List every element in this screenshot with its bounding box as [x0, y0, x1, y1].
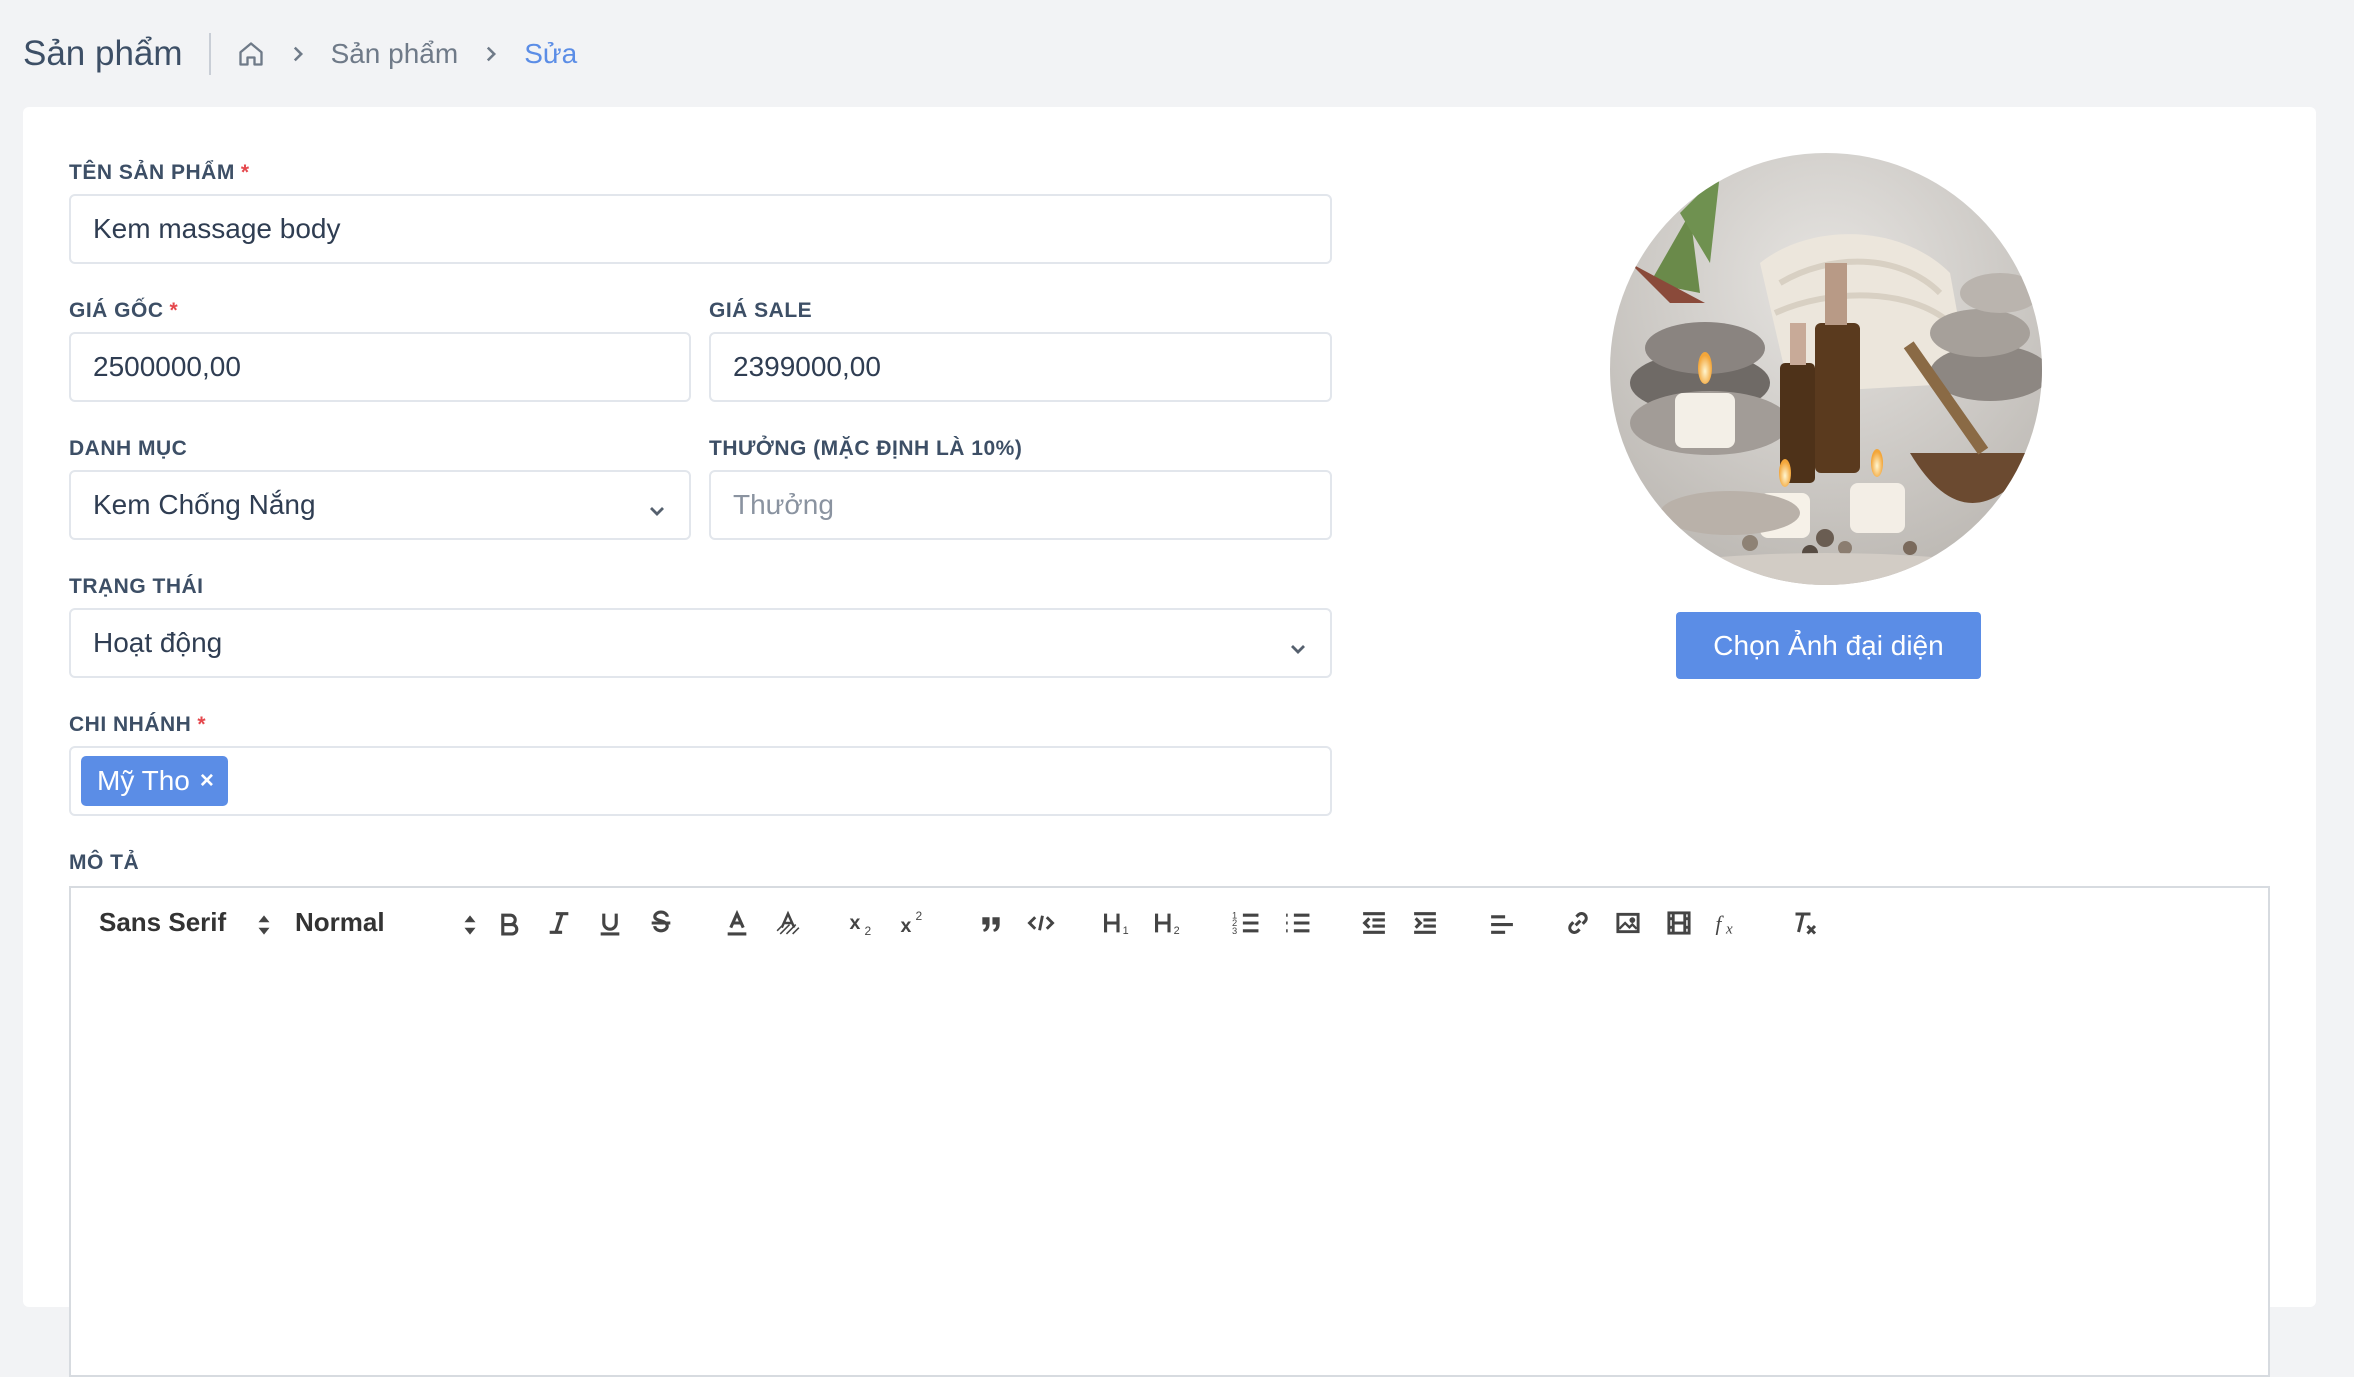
bonus-label-text: THƯỞNG (MẶC ĐỊNH LÀ 10%): [709, 437, 1023, 460]
video-icon[interactable]: [1659, 903, 1699, 943]
svg-text:x: x: [901, 915, 912, 937]
ordered-list-icon[interactable]: 123: [1226, 903, 1266, 943]
branch-label-text: CHI NHÁNH: [69, 713, 192, 736]
svg-text:f: f: [1716, 912, 1725, 936]
font-size-select[interactable]: Normal: [295, 888, 477, 957]
svg-text:x: x: [1725, 922, 1733, 938]
bold-icon[interactable]: [489, 903, 529, 943]
price-label: GIÁ GỐC *: [69, 299, 178, 323]
font-size-value: Normal: [295, 907, 385, 937]
svg-text:x: x: [850, 912, 861, 934]
required-mark: *: [240, 161, 250, 184]
product-name-value: Kem massage body: [93, 213, 341, 244]
svg-text:3: 3: [1232, 926, 1237, 936]
image-icon[interactable]: [1608, 903, 1648, 943]
sale-price-value: 2399000,00: [733, 351, 881, 382]
chevron-down-icon: [647, 496, 667, 528]
subscript-icon[interactable]: x2: [843, 903, 883, 943]
outdent-icon[interactable]: [1354, 903, 1394, 943]
category-label: DANH MỤC: [69, 437, 187, 461]
sale-price-label: GIÁ SALE: [709, 299, 812, 323]
status-label: TRẠNG THÁI: [69, 575, 204, 599]
status-select[interactable]: Hoạt động: [69, 608, 1332, 678]
formula-icon[interactable]: fx: [1709, 903, 1749, 943]
chevron-right-icon: [290, 46, 306, 62]
description-editor[interactable]: [69, 957, 2270, 1377]
branch-label: CHI NHÁNH *: [69, 713, 206, 737]
clean-format-icon[interactable]: [1786, 903, 1826, 943]
indent-icon[interactable]: [1405, 903, 1445, 943]
sale-price-label-text: GIÁ SALE: [709, 299, 813, 322]
sale-price-input[interactable]: 2399000,00: [709, 332, 1332, 402]
breadcrumb: Sản phẩm Sửa: [237, 37, 578, 70]
product-avatar-image: [1610, 153, 2042, 585]
breadcrumb-item-edit: Sửa: [524, 37, 578, 69]
bonus-input[interactable]: Thưởng: [709, 470, 1332, 540]
svg-text:2: 2: [916, 909, 923, 923]
close-icon[interactable]: ×: [200, 767, 214, 795]
header-2-icon[interactable]: 2: [1149, 903, 1189, 943]
font-family-value: Sans Serif: [99, 907, 227, 937]
bonus-placeholder: Thưởng: [733, 489, 834, 520]
svg-text:2: 2: [865, 924, 872, 937]
chevron-right-icon: [483, 46, 499, 62]
blockquote-icon[interactable]: [971, 903, 1011, 943]
header-divider: [208, 32, 211, 75]
status-label-text: TRẠNG THÁI: [69, 575, 204, 598]
up-down-icon: [463, 912, 477, 943]
bullet-list-icon[interactable]: [1277, 903, 1317, 943]
required-mark: *: [197, 713, 207, 736]
superscript-icon[interactable]: x2: [894, 903, 934, 943]
code-block-icon[interactable]: [1021, 903, 1061, 943]
product-name-label-text: TÊN SẢN PHẨM: [69, 161, 235, 184]
price-label-text: GIÁ GỐC: [69, 299, 164, 322]
choose-avatar-button[interactable]: Chọn Ảnh đại diện: [1676, 612, 1981, 679]
strike-icon[interactable]: [641, 903, 681, 943]
font-family-select[interactable]: Sans Serif: [99, 888, 271, 957]
product-name-input[interactable]: Kem massage body: [69, 194, 1332, 264]
branch-multiselect[interactable]: Mỹ Tho ×: [69, 746, 1332, 816]
branch-tag-label: Mỹ Tho: [97, 765, 190, 796]
required-mark: *: [169, 299, 179, 322]
page-title: Sản phẩm: [23, 33, 183, 73]
underline-icon[interactable]: [590, 903, 630, 943]
link-icon[interactable]: [1558, 903, 1598, 943]
branch-tag: Mỹ Tho ×: [81, 756, 228, 806]
category-select[interactable]: Kem Chống Nắng: [69, 470, 691, 540]
description-label: MÔ TẢ: [69, 851, 139, 875]
svg-text:2: 2: [1174, 925, 1180, 937]
header-1-icon[interactable]: 1: [1098, 903, 1138, 943]
product-form-card: TÊN SẢN PHẨM * Kem massage body GIÁ GỐC * …: [23, 107, 2316, 1377]
background-color-icon[interactable]: [768, 903, 808, 943]
chevron-down-icon: [1288, 634, 1308, 666]
status-value: Hoạt động: [93, 627, 223, 658]
category-value: Kem Chống Nắng: [93, 489, 316, 520]
product-name-label: TÊN SẢN PHẨM *: [69, 161, 250, 185]
align-icon[interactable]: [1482, 903, 1522, 943]
bonus-label: THƯỞNG (MẶC ĐỊNH LÀ 10%): [709, 437, 1022, 461]
page-header: Sản phẩm Sản phẩm Sửa: [0, 0, 2354, 107]
category-label-text: DANH MỤC: [69, 437, 188, 460]
description-label-text: MÔ TẢ: [69, 851, 140, 874]
price-input[interactable]: 2500000,00: [69, 332, 691, 402]
price-value: 2500000,00: [93, 351, 241, 382]
editor-toolbar: Sans Serif Normal x 2 x 2 1 2 1 2 3 f x: [69, 886, 2270, 959]
italic-icon[interactable]: [539, 903, 579, 943]
home-icon[interactable]: [237, 40, 265, 68]
breadcrumb-item-products[interactable]: Sản phẩm: [331, 38, 459, 70]
text-color-icon[interactable]: [717, 903, 757, 943]
svg-text:1: 1: [1123, 925, 1129, 937]
up-down-icon: [257, 912, 271, 943]
